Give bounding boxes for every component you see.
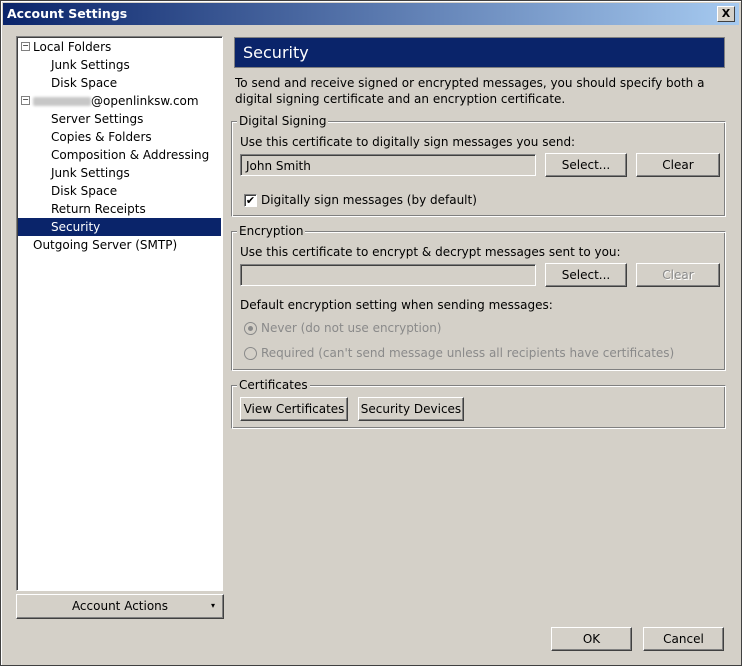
tree-item-outgoing-server[interactable]: Outgoing Server (SMTP) bbox=[33, 236, 177, 254]
view-certificates-button[interactable]: View Certificates bbox=[240, 397, 348, 421]
tree-item-disk-space[interactable]: Disk Space bbox=[51, 74, 117, 92]
tree-item-security-label: Security bbox=[51, 220, 101, 234]
dropdown-arrow-icon: ▾ bbox=[210, 601, 215, 610]
digital-signing-legend: Digital Signing bbox=[237, 114, 329, 128]
digitally-sign-label[interactable]: Digitally sign messages (by default) bbox=[261, 193, 477, 207]
required-encrypt-label[interactable]: Required (can't send message unless all … bbox=[261, 346, 674, 360]
digitally-sign-checkbox[interactable]: ✔ bbox=[244, 194, 257, 207]
tree-item-copies-folders[interactable]: Copies & Folders bbox=[51, 128, 152, 146]
title-bar[interactable]: Account Settings X bbox=[3, 3, 739, 25]
account-actions-label: Account Actions bbox=[71, 599, 169, 613]
redacted-username bbox=[33, 97, 91, 106]
panel-description: To send and receive signed or encrypted … bbox=[235, 76, 705, 106]
security-devices-button[interactable]: Security Devices bbox=[358, 397, 464, 421]
ok-button[interactable]: OK bbox=[551, 627, 632, 651]
collapse-icon[interactable]: − bbox=[21, 42, 30, 51]
encryption-legend: Encryption bbox=[237, 224, 306, 238]
required-encrypt-radio[interactable] bbox=[244, 347, 257, 360]
never-encrypt-label[interactable]: Never (do not use encryption) bbox=[261, 321, 441, 335]
certificates-legend: Certificates bbox=[237, 378, 310, 392]
account-settings-window: Account Settings X − Local Folders Junk … bbox=[0, 0, 742, 666]
signing-prompt: Use this certificate to digitally sign m… bbox=[240, 135, 576, 149]
never-encrypt-radio[interactable] bbox=[244, 322, 257, 335]
account-actions-button[interactable]: Account Actions ▾ bbox=[16, 594, 224, 619]
encryption-clear-button[interactable]: Clear bbox=[636, 263, 720, 287]
account-domain-label: @openlinksw.com bbox=[91, 94, 199, 108]
tree-item-composition-addressing[interactable]: Composition & Addressing bbox=[51, 146, 209, 164]
certificates-group: Certificates View Certificates Security … bbox=[231, 378, 726, 429]
panel-header: Security bbox=[234, 37, 725, 68]
tree-item-disk-space[interactable]: Disk Space bbox=[51, 182, 117, 200]
signing-certificate-field[interactable]: John Smith bbox=[240, 154, 536, 176]
tree-item-junk-settings[interactable]: Junk Settings bbox=[51, 164, 130, 182]
tree-item-junk-settings[interactable]: Junk Settings bbox=[51, 56, 130, 74]
tree-item-local-folders[interactable]: Local Folders bbox=[33, 38, 111, 56]
close-button[interactable]: X bbox=[717, 6, 735, 22]
encryption-prompt: Use this certificate to encrypt & decryp… bbox=[240, 245, 621, 259]
encryption-group: Encryption Use this certificate to encry… bbox=[231, 224, 726, 371]
account-tree[interactable]: − Local Folders Junk Settings Disk Space… bbox=[16, 36, 223, 591]
cancel-button[interactable]: Cancel bbox=[643, 627, 724, 651]
signing-select-button[interactable]: Select... bbox=[545, 153, 627, 177]
default-encryption-label: Default encryption setting when sending … bbox=[240, 298, 553, 312]
signing-clear-button[interactable]: Clear bbox=[636, 153, 720, 177]
tree-item-server-settings[interactable]: Server Settings bbox=[51, 110, 143, 128]
page-title: Security bbox=[243, 43, 309, 62]
tree-item-account[interactable]: @openlinksw.com bbox=[33, 92, 199, 110]
tree-item-security[interactable]: Security bbox=[18, 218, 221, 236]
encryption-select-button[interactable]: Select... bbox=[545, 263, 627, 287]
tree-item-return-receipts[interactable]: Return Receipts bbox=[51, 200, 146, 218]
encryption-certificate-field[interactable] bbox=[240, 264, 536, 286]
window-title: Account Settings bbox=[7, 6, 128, 21]
collapse-icon[interactable]: − bbox=[21, 96, 30, 105]
digital-signing-group: Digital Signing Use this certificate to … bbox=[231, 114, 726, 217]
